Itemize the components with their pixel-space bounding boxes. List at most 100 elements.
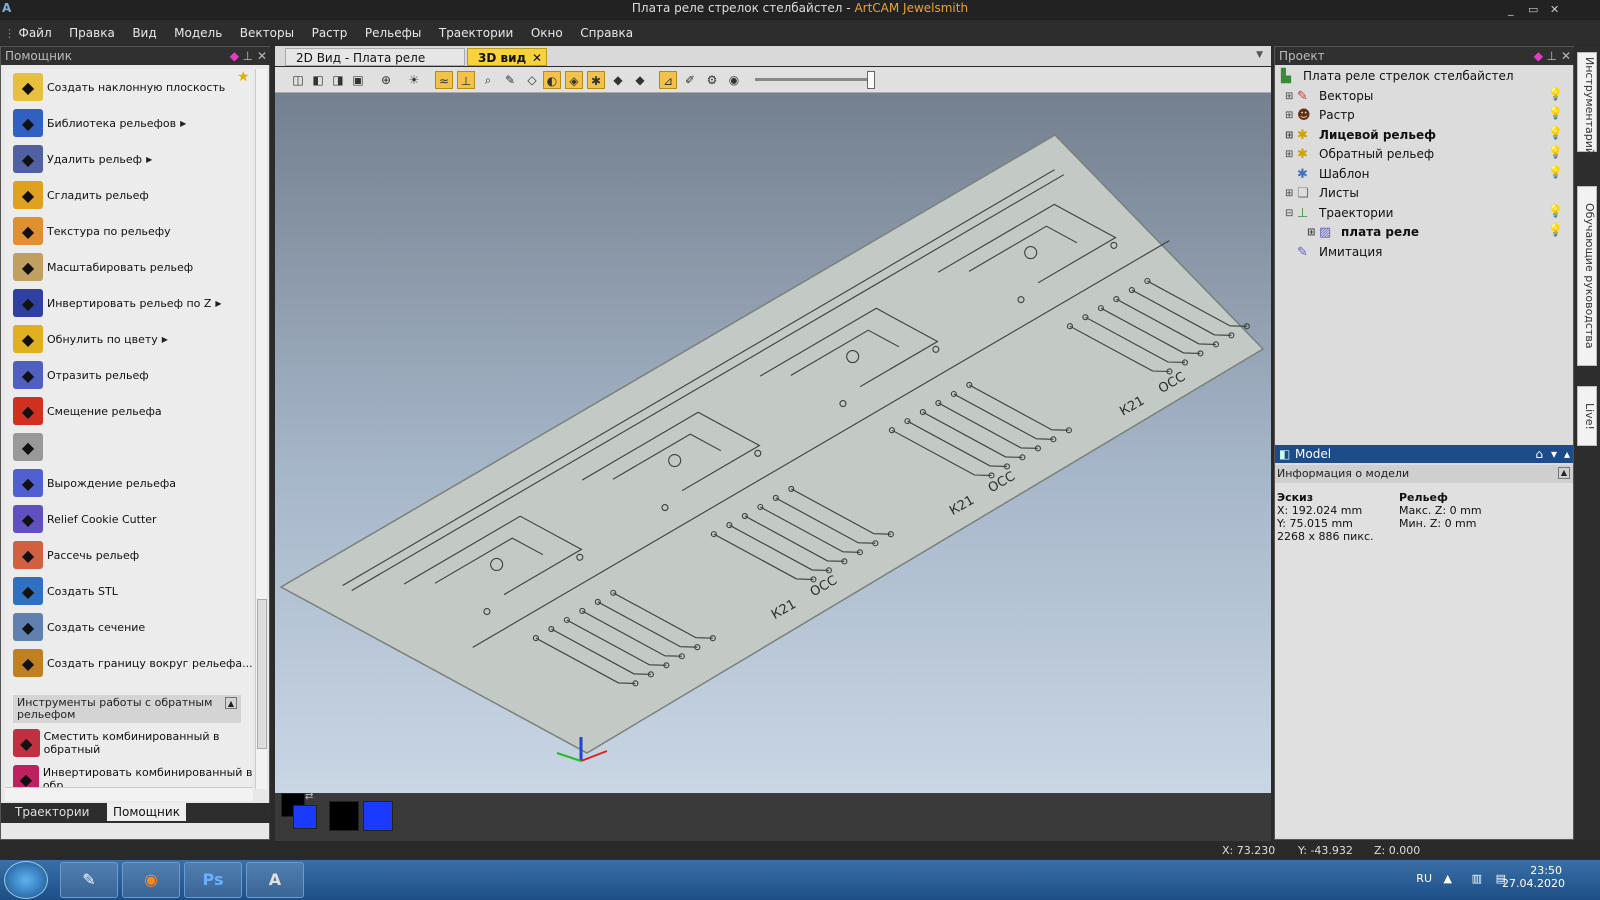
reverse-tool-0[interactable]: ◆ Сместить комбинированный в обратный: [5, 725, 253, 761]
light-icon[interactable]: ☀: [405, 71, 423, 89]
tab-close-icon[interactable]: ✕: [532, 49, 542, 67]
draw-relief-icon[interactable]: ≈: [435, 71, 453, 89]
taskbar-notepad-icon[interactable]: ✎: [60, 862, 118, 898]
menu-model[interactable]: Модель: [167, 22, 229, 44]
relief-tool-6[interactable]: ◆ Инвертировать рельеф по Z ▶: [5, 285, 253, 321]
menu-window[interactable]: Окно: [524, 22, 570, 44]
project-pin-icon[interactable]: ⊥: [1547, 47, 1557, 65]
star-icon[interactable]: ✱: [587, 71, 605, 89]
project-close-icon[interactable]: ✕: [1561, 47, 1571, 65]
taskbar-artcam-icon[interactable]: A: [246, 862, 304, 898]
pin-color-icon[interactable]: ◆: [230, 47, 239, 65]
relief-tool-9[interactable]: ◆ Смещение рельефа: [5, 393, 253, 429]
zoom-icon[interactable]: ⊕: [377, 71, 395, 89]
relief-tool-15[interactable]: ◆ Создать сечение: [5, 609, 253, 645]
menu-reliefs[interactable]: Рельефы: [358, 22, 428, 44]
iso-view-icon[interactable]: ◫: [289, 71, 307, 89]
axis-icon[interactable]: ⊥: [457, 71, 475, 89]
toolpath-icon[interactable]: ⊿: [659, 71, 677, 89]
tab-live[interactable]: Live!: [1577, 386, 1597, 446]
expand-icon[interactable]: ⊞: [1285, 126, 1295, 145]
layer-icon[interactable]: ◆: [609, 71, 627, 89]
relief-tool-5[interactable]: ◆ Масштабировать рельеф: [5, 249, 253, 285]
panel-close-icon[interactable]: ✕: [257, 47, 267, 65]
menu-edit[interactable]: Правка: [62, 22, 122, 44]
scrollbar-thumb[interactable]: [257, 599, 267, 749]
color-layer-icon[interactable]: ◆: [631, 71, 649, 89]
menu-help[interactable]: Справка: [573, 22, 640, 44]
menu-vectors[interactable]: Векторы: [233, 22, 301, 44]
tray-arrow-icon[interactable]: ▲: [1444, 872, 1452, 885]
plane-icon[interactable]: ◇: [523, 71, 541, 89]
relief-tool-13[interactable]: ◆ Рассечь рельеф: [5, 537, 253, 573]
taskbar-firefox-icon[interactable]: ◉: [122, 862, 180, 898]
model-info-collapse-icon[interactable]: ▲: [1558, 467, 1570, 479]
tree-node-simulation[interactable]: ✎ Имитация: [1285, 243, 1382, 262]
tab-tutorials[interactable]: Обучающие руководства: [1577, 186, 1597, 366]
view3d-viewport[interactable]: К21ОССК21ОССК21ОССК21: [275, 93, 1271, 793]
settings-icon[interactable]: ⚙: [703, 71, 721, 89]
maximize-button[interactable]: ▭: [1528, 2, 1538, 18]
tab-assistant[interactable]: Помощник: [106, 803, 186, 821]
expand-icon[interactable]: ⊞: [1285, 145, 1295, 164]
favorites-star-icon[interactable]: ★: [237, 69, 250, 85]
pencil-icon[interactable]: ✎: [501, 71, 519, 89]
tab-2d-view[interactable]: 2D Вид - Плата реле стрелок: [285, 48, 465, 83]
wire-icon[interactable]: ◈: [565, 71, 583, 89]
collapse-icon[interactable]: ⊟: [1285, 204, 1295, 223]
tree-node-template[interactable]: ✱ Шаблон: [1285, 165, 1369, 184]
relief-tool-8[interactable]: ◆ Отразить рельеф: [5, 357, 253, 393]
tab-3d-view[interactable]: 3D вид ✕: [467, 48, 547, 66]
palette-swatch-black[interactable]: [329, 801, 359, 831]
tool-list-scrollbar[interactable]: [255, 69, 267, 789]
expand-icon[interactable]: ⊞: [1285, 184, 1295, 203]
brush-icon[interactable]: ✐: [681, 71, 699, 89]
tree-node-front-relief[interactable]: ⊞ ✱ Лицевой рельеф: [1285, 126, 1436, 145]
relief-tool-12[interactable]: ◆ Relief Cookie Cutter: [5, 501, 253, 537]
tree-root[interactable]: ▙ Плата реле стрелок стелбайстел: [1281, 67, 1514, 86]
side-view-icon[interactable]: ◨: [329, 71, 347, 89]
relief-tool-14[interactable]: ◆ Создать STL: [5, 573, 253, 609]
pin-icon[interactable]: ⊥: [243, 47, 253, 65]
model-collapse-icon[interactable]: ▴: [1564, 445, 1570, 463]
tree-node-raster[interactable]: ⊞ ☻ Растр: [1285, 106, 1355, 125]
menu-toolpaths[interactable]: Траектории: [432, 22, 520, 44]
tab-toolpaths[interactable]: Траектории: [9, 803, 95, 821]
relief-tool-11[interactable]: ◆ Вырождение рельефа: [5, 465, 253, 501]
swap-colors-icon[interactable]: ⇄: [305, 791, 313, 802]
visibility-bulb-icon[interactable]: 💡: [1548, 87, 1563, 101]
project-pin-color-icon[interactable]: ◆: [1534, 47, 1543, 65]
relief-tool-4[interactable]: ◆ Текстура по рельефу: [5, 213, 253, 249]
tree-node-back-relief[interactable]: ⊞ ✱ Обратный рельеф: [1285, 145, 1434, 164]
tool-list-hscrollbar[interactable]: [5, 787, 253, 801]
tray-network-icon[interactable]: ▥: [1472, 872, 1482, 885]
eye-icon[interactable]: ◉: [725, 71, 743, 89]
front-view-icon[interactable]: ◧: [309, 71, 327, 89]
tray-language[interactable]: RU: [1416, 872, 1432, 885]
visibility-bulb-icon[interactable]: 💡: [1548, 126, 1563, 140]
taskbar-photoshop-icon[interactable]: Ps: [184, 862, 242, 898]
light-slider-track[interactable]: [755, 78, 875, 81]
close-button[interactable]: ✕: [1550, 2, 1559, 18]
expand-icon[interactable]: ⊞: [1285, 106, 1295, 125]
relief-tool-16[interactable]: ◆ Создать границу вокруг рельефа...: [5, 645, 253, 681]
tree-node-plata-rele[interactable]: ⊞ ▨ плата реле: [1307, 223, 1419, 242]
tree-node-vectors[interactable]: ⊞ ✎ Векторы: [1285, 87, 1373, 106]
shade-icon[interactable]: ◐: [543, 71, 561, 89]
tree-node-toolpaths[interactable]: ⊟ ⊥ Траектории: [1285, 204, 1393, 223]
relief-tool-10[interactable]: ◆: [5, 429, 253, 465]
measure-icon[interactable]: ⌕: [479, 71, 497, 89]
expand-icon[interactable]: ⊞: [1307, 223, 1317, 242]
tabs-dropdown-icon[interactable]: ▼: [1256, 50, 1263, 60]
menu-raster[interactable]: Растр: [305, 22, 355, 44]
tab-toolbox[interactable]: Инструментарий: [1577, 52, 1597, 155]
collapse-group-icon[interactable]: ▲: [225, 697, 237, 709]
menu-view[interactable]: Вид: [125, 22, 163, 44]
reverse-tool-1[interactable]: ◆ Инвертировать комбинированный в обр...: [5, 761, 253, 787]
visibility-bulb-icon[interactable]: 💡: [1548, 223, 1563, 237]
model-home-icon[interactable]: ⌂: [1535, 445, 1543, 463]
secondary-color-swatch[interactable]: [293, 805, 317, 829]
tree-node-sheets[interactable]: ⊞ ❏ Листы: [1285, 184, 1359, 203]
relief-tool-2[interactable]: ◆ Удалить рельеф ▶: [5, 141, 253, 177]
visibility-bulb-icon[interactable]: 💡: [1548, 145, 1563, 159]
